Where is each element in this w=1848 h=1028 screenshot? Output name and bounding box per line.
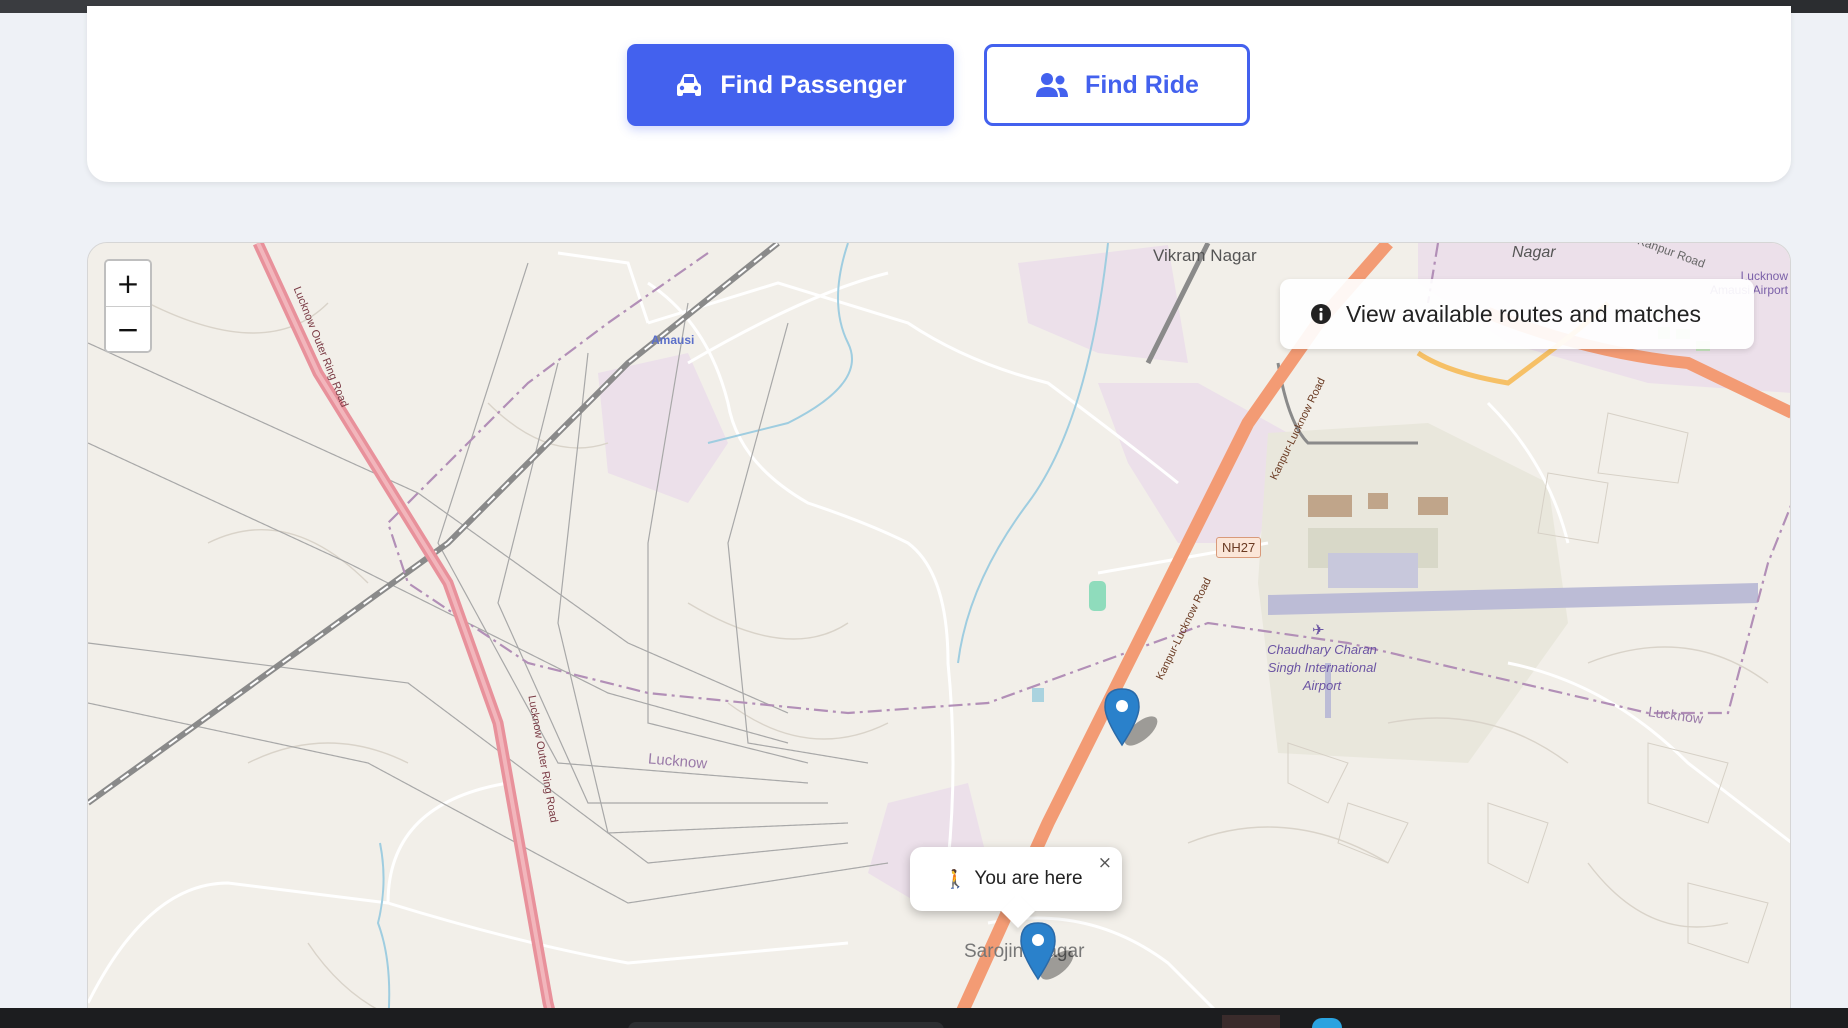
- os-taskbar: [0, 1008, 1848, 1028]
- map-label-nagar: Nagar: [1512, 244, 1556, 261]
- current-location-popup: 🚶 You are here ×: [910, 847, 1122, 928]
- park-area: [1089, 581, 1106, 611]
- taskbar-app[interactable]: [1222, 1015, 1280, 1028]
- map-label-vikram-nagar: Vikram Nagar: [1153, 246, 1257, 265]
- map-label-nh27: NH27: [1216, 537, 1262, 558]
- apron: [1328, 553, 1418, 588]
- terminal-building: [1368, 493, 1388, 509]
- person-walking-icon: 🚶: [944, 868, 967, 889]
- airport-plane-icon: ✈: [1312, 622, 1325, 639]
- zoom-out-button[interactable]: −: [106, 306, 150, 351]
- find-ride-label: Find Ride: [1085, 70, 1199, 99]
- find-passenger-button[interactable]: Find Passenger: [627, 44, 954, 126]
- routes-info-box: View available routes and matches: [1280, 279, 1754, 349]
- find-ride-button[interactable]: Find Ride: [984, 44, 1250, 126]
- routes-info-text: View available routes and matches: [1346, 300, 1702, 327]
- popup-close-button[interactable]: ×: [1098, 853, 1112, 873]
- map-marker-destination[interactable]: [1103, 687, 1167, 756]
- users-icon: [1035, 72, 1069, 98]
- terminal-building: [1418, 497, 1448, 515]
- map-label-airport: Chaudhary Charan Singh International Air…: [1267, 642, 1377, 693]
- popup-text: You are here: [974, 868, 1083, 889]
- info-circle-icon: [1310, 303, 1332, 325]
- zoom-control: + −: [104, 259, 152, 353]
- taskbar-search[interactable]: [628, 1022, 944, 1028]
- action-card: Find Passenger Find Ride: [87, 6, 1791, 182]
- terminal-building: [1308, 495, 1352, 517]
- taskbar-app[interactable]: [1312, 1018, 1342, 1028]
- map-label-amausi: Amausi: [651, 333, 695, 347]
- map-container[interactable]: Vikram Nagar Nagar Kanpur Road Lucknow A…: [87, 242, 1791, 1028]
- map-marker-current-location[interactable]: [1019, 921, 1083, 990]
- water-body: [1032, 688, 1044, 702]
- zoom-in-button[interactable]: +: [106, 261, 150, 306]
- car-icon: [674, 72, 704, 98]
- find-passenger-label: Find Passenger: [720, 70, 907, 99]
